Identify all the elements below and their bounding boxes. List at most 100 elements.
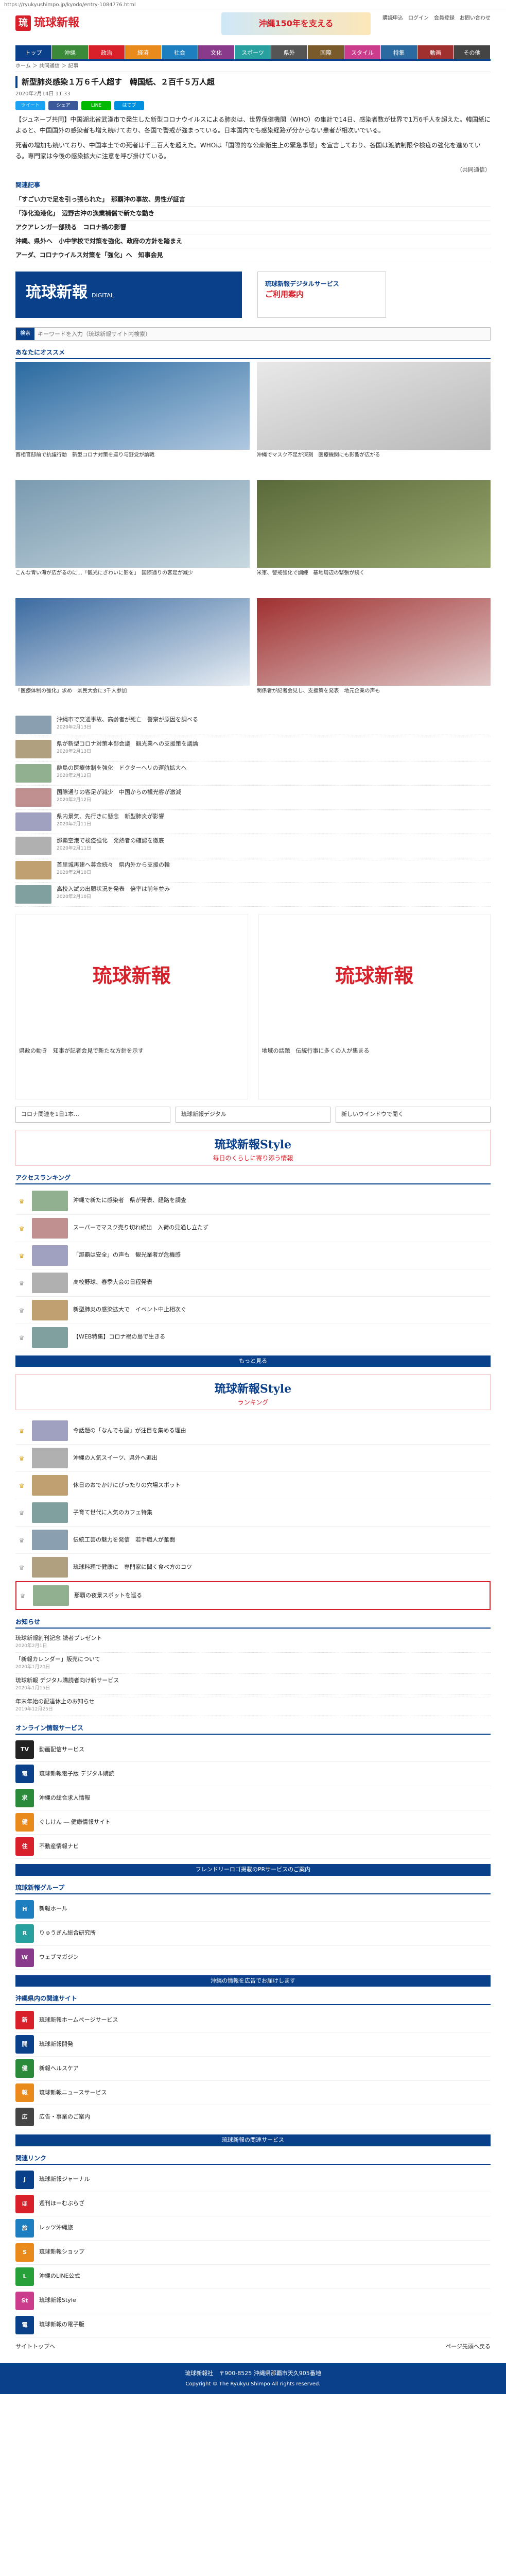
search-bar: 検索 bbox=[15, 327, 491, 341]
service-item[interactable]: 電琉球新報電子版 デジタル購読 bbox=[15, 1762, 491, 1786]
header-banner-ad[interactable]: 沖縄150年を支える bbox=[221, 12, 371, 35]
service-item[interactable]: 報琉球新報ニュースサービス bbox=[15, 2081, 491, 2105]
ranking-item[interactable]: ♛ 高校野球、春季大会の日程発表 bbox=[15, 1269, 491, 1297]
ranking-item[interactable]: ♛ 新型肺炎の感染拡大で イベント中止相次ぐ bbox=[15, 1297, 491, 1324]
share-button[interactable]: シェア bbox=[48, 100, 78, 110]
mid-ad-box[interactable]: 琉球新報デジタルサービス ご利用案内 bbox=[257, 272, 386, 318]
nav-item[interactable]: 社会 bbox=[162, 45, 198, 59]
share-button[interactable]: ツイート bbox=[15, 100, 45, 110]
nav-item[interactable]: スポーツ bbox=[235, 45, 271, 59]
recommend-card[interactable]: こんな青い海が広がるのに…「観光にぎわいに影を」 国際通りの客足が減少 bbox=[15, 480, 250, 591]
logo-tile[interactable]: 琉球新報 地域の話題 伝統行事に多くの人が集まる bbox=[258, 914, 491, 1099]
ranking-item[interactable]: ♛ スーパーでマスク売り切れ続出 入荷の見通し立たず bbox=[15, 1215, 491, 1242]
style-ranking-item[interactable]: ♛ 沖縄の人気スイーツ、県外へ進出 bbox=[15, 1445, 491, 1472]
tag-link[interactable]: コロナ関連を1日1本… bbox=[15, 1107, 170, 1123]
recommend-card[interactable]: 首相官邸前で抗議行動 新型コロナ対策を巡り与野党が論戦 bbox=[15, 362, 250, 473]
related-link[interactable]: アクアレンガ一部残る コロナ禍の影響 bbox=[15, 221, 491, 234]
recommend-caption: 関係者が記者会見し、支援策を発表 地元企業の声も bbox=[256, 688, 380, 694]
nav-item[interactable]: 国際 bbox=[308, 45, 344, 59]
service-item[interactable]: ほ週刊ほーむぷらざ bbox=[15, 2192, 491, 2216]
nav-item[interactable]: トップ bbox=[15, 45, 52, 59]
nav-item[interactable]: その他 bbox=[454, 45, 491, 59]
mid-logo-banner[interactable]: 琉球新報 DIGITAL bbox=[15, 272, 242, 318]
recommend-card[interactable]: 沖縄でマスク不足が深刻 医療機関にも影響が広がる bbox=[256, 362, 491, 473]
search-input[interactable] bbox=[34, 328, 490, 340]
service-item[interactable]: 健ぐしけん ― 健康情報サイト bbox=[15, 1810, 491, 1835]
style-ranking-item[interactable]: ♛ 琉球料理で健康に 専門家に聞く食べ方のコツ bbox=[15, 1554, 491, 1581]
tag-link[interactable]: 新しいウインドウで開く bbox=[336, 1107, 491, 1123]
recommend-text-item[interactable]: 首里城再建へ募金続々 県内外から支援の輪 2020年2月10日 bbox=[15, 858, 491, 883]
ranking-item[interactable]: ♛ 沖縄で新たに感染者 県が発表、経路を調査 bbox=[15, 1188, 491, 1215]
site-top-link[interactable]: サイトトップへ bbox=[15, 2343, 55, 2351]
recommend-card[interactable]: 「医療体制の強化」求め 県民大会に3千人参加 bbox=[15, 598, 250, 709]
service-item[interactable]: 求沖縄の総合求人情報 bbox=[15, 1786, 491, 1810]
news-item[interactable]: 「新報カレンダー」販売について 2020年1月20日 bbox=[15, 1653, 491, 1674]
service-item[interactable]: J 琉球新報ジャーナル bbox=[15, 2168, 491, 2192]
nav-item[interactable]: 沖縄 bbox=[52, 45, 89, 59]
section-bar[interactable]: フレンドリーロゴ掲載のPRサービスのご案内 bbox=[15, 1864, 491, 1876]
service-item[interactable]: 開琉球新報開発 bbox=[15, 2032, 491, 2057]
related-link[interactable]: 「すごい力で足を引っ張られた」 那覇沖の事故、男性が証言 bbox=[15, 193, 491, 207]
style-ranking-item[interactable]: ♛ 那覇の夜景スポットを巡る bbox=[15, 1581, 491, 1610]
style-ranking-item[interactable]: ♛ 休日のおでかけにぴったりの穴場スポット bbox=[15, 1472, 491, 1499]
nav-item[interactable]: 動画 bbox=[417, 45, 454, 59]
nav-item[interactable]: 県外 bbox=[271, 45, 308, 59]
ranking-item[interactable]: ♛ 【WEB特集】コロナ禍の島で生きる bbox=[15, 1324, 491, 1351]
header-link[interactable]: 会員登録 bbox=[434, 15, 455, 21]
logo-tile[interactable]: 琉球新報 県政の動き 知事が記者会見で新たな方針を示す bbox=[15, 914, 248, 1099]
tag-link[interactable]: 琉球新報デジタル bbox=[176, 1107, 330, 1123]
service-item[interactable]: 広広告・事業のご案内 bbox=[15, 2105, 491, 2129]
recommend-text-item[interactable]: 国際通りの客足が減少 中国からの観光客が激減 2020年2月12日 bbox=[15, 786, 491, 810]
header-link[interactable]: お問い合わせ bbox=[460, 15, 491, 21]
recommend-text-item[interactable]: 高校入試の出願状況を発表 倍率は前年並み 2020年2月10日 bbox=[15, 883, 491, 907]
service-item[interactable]: 電琉球新報の電子版 bbox=[15, 2313, 491, 2337]
recommend-text-item[interactable]: 県内景気、先行きに懸念 新型肺炎が影響 2020年2月11日 bbox=[15, 810, 491, 834]
news-item[interactable]: 琉球新報 デジタル購読者向け新サービス 2020年1月15日 bbox=[15, 1674, 491, 1695]
related-link[interactable]: 沖縄、県外へ 小中学校で対策を強化、政府の方針を踏まえ bbox=[15, 234, 491, 248]
page-top-link[interactable]: ページ先頭へ戻る bbox=[445, 2343, 491, 2351]
recommend-text-item[interactable]: 離島の医療体制を強化 ドクターヘリの運航拡大へ 2020年2月12日 bbox=[15, 761, 491, 786]
news-item[interactable]: 琉球新報創刊記念 読者プレゼント 2020年2月1日 bbox=[15, 1632, 491, 1653]
service-item[interactable]: 健新報ヘルスケア bbox=[15, 2057, 491, 2081]
style-banner[interactable]: 琉球新報Style 毎日のくらしに寄り添う情報 bbox=[15, 1129, 491, 1166]
recommend-text-item[interactable]: 県が新型コロナ対策本部会議 観光業への支援策を議論 2020年2月13日 bbox=[15, 737, 491, 761]
nav-item[interactable]: 文化 bbox=[198, 45, 235, 59]
service-item[interactable]: 旅レッツ沖縄旅 bbox=[15, 2216, 491, 2241]
nav-item[interactable]: スタイル bbox=[344, 45, 381, 59]
recommend-card[interactable]: 米軍、警戒強化で訓練 基地周辺の緊張が続く bbox=[256, 480, 491, 591]
nav-item[interactable]: 経済 bbox=[125, 45, 162, 59]
related-link[interactable]: 「浄化漁港化」 辺野古沖の漁業補償で新たな動き bbox=[15, 207, 491, 221]
site-logo[interactable]: 琉琉球新報 bbox=[15, 14, 118, 32]
style-ranking-banner[interactable]: 琉球新報Style ランキング bbox=[15, 1374, 491, 1410]
nav-item[interactable]: 政治 bbox=[89, 45, 125, 59]
share-button[interactable]: LINE bbox=[81, 100, 111, 110]
crown-icon: ♛ bbox=[19, 1252, 25, 1260]
nav-item[interactable]: 特集 bbox=[381, 45, 417, 59]
service-item[interactable]: S 琉球新報ショップ bbox=[15, 2241, 491, 2265]
service-item[interactable]: H 新報ホール bbox=[15, 1897, 491, 1922]
service-item[interactable]: 新琉球新報ホームページサービス bbox=[15, 2008, 491, 2032]
style-ranking-item[interactable]: ♛ 今話題の「なんでも屋」が注目を集める理由 bbox=[15, 1417, 491, 1445]
service-item[interactable]: 住不動産情報ナビ bbox=[15, 1835, 491, 1859]
style-ranking-item[interactable]: ♛ 子育て世代に人気のカフェ特集 bbox=[15, 1499, 491, 1527]
service-item[interactable]: TV 動画配信サービス bbox=[15, 1738, 491, 1762]
more-button[interactable]: もっと見る bbox=[15, 1355, 491, 1367]
share-button[interactable]: はてブ bbox=[114, 100, 144, 110]
ranking-item[interactable]: ♛ 「那覇は安全」の声も 観光業者が危機感 bbox=[15, 1242, 491, 1269]
recommend-card[interactable]: 関係者が記者会見し、支援策を発表 地元企業の声も bbox=[256, 598, 491, 709]
news-item[interactable]: 年末年始の配達休止のお知らせ 2019年12月25日 bbox=[15, 1695, 491, 1716]
section-bar[interactable]: 琉球新報の関連サービス bbox=[15, 2134, 491, 2146]
section-bar[interactable]: 沖縄の情報を広告でお届けします bbox=[15, 1975, 491, 1987]
browser-url-bar[interactable]: https://ryukyushimpo.jp/kyodo/entry-1084… bbox=[0, 0, 506, 9]
service-item[interactable]: R りゅうぎん総合研究所 bbox=[15, 1922, 491, 1946]
style-ranking-item[interactable]: ♛ 伝統工芸の魅力を発信 若手職人が奮闘 bbox=[15, 1527, 491, 1554]
recommend-caption: こんな青い海が広がるのに…「観光にぎわいに影を」 国際通りの客足が減少 bbox=[15, 570, 193, 576]
header-link[interactable]: ログイン bbox=[408, 15, 429, 21]
recommend-text-item[interactable]: 沖縄市で交通事故、高齢者が死亡 警察が原因を調べる 2020年2月13日 bbox=[15, 713, 491, 737]
service-item[interactable]: L 沖縄のLINE公式 bbox=[15, 2265, 491, 2289]
service-item[interactable]: St 琉球新報Style bbox=[15, 2289, 491, 2313]
recommend-text-item[interactable]: 那覇空港で検疫強化 発熱者の確認を徹底 2020年2月11日 bbox=[15, 834, 491, 858]
related-link[interactable]: アーダ、コロナウイルス対策を「強化」へ 知事会見 bbox=[15, 248, 491, 262]
service-item[interactable]: W ウェブマガジン bbox=[15, 1946, 491, 1970]
header-link[interactable]: 購読申込 bbox=[382, 15, 403, 21]
